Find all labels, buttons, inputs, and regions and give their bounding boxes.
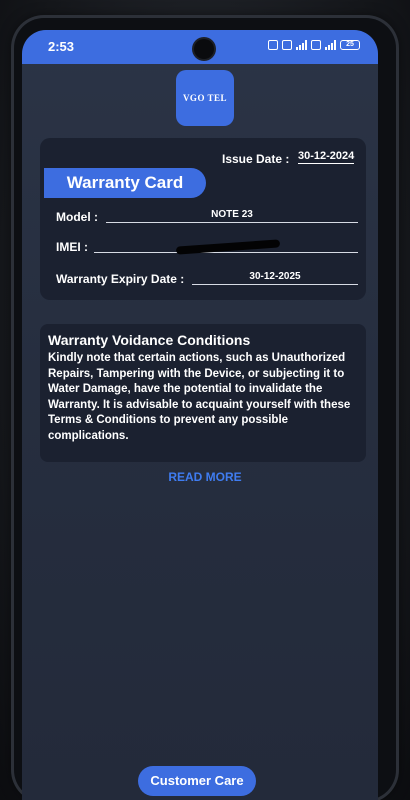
customer-care-button[interactable]: Customer Care (138, 766, 256, 796)
sim-1-icon (282, 40, 292, 50)
signal-2-icon (325, 40, 336, 50)
status-bar: 2:53 25 (22, 30, 378, 64)
conditions-panel: Warranty Voidance Conditions Kindly note… (40, 324, 366, 462)
app-logo: VGO TEL (176, 70, 234, 126)
app-screen: 2:53 25 VGO TEL Issue Date : 30-12-2024 … (22, 30, 378, 800)
conditions-text: Kindly note that certain actions, such a… (48, 352, 351, 442)
front-camera (194, 39, 214, 59)
conditions-title: Warranty Voidance Conditions (48, 332, 251, 348)
expiry-underline (192, 284, 358, 285)
model-underline (106, 222, 358, 223)
signal-1-icon (296, 40, 307, 50)
issue-date-value: 30-12-2024 (298, 150, 355, 164)
wifi-icon (268, 40, 278, 50)
status-icons: 25 (268, 40, 360, 50)
imei-label: IMEI : (56, 240, 88, 254)
expiry-row: Warranty Expiry Date : 30-12-2025 (56, 268, 358, 288)
model-label: Model : (56, 210, 98, 224)
imei-underline (94, 252, 358, 253)
expiry-label: Warranty Expiry Date : (56, 272, 185, 286)
model-value: NOTE 23 (211, 209, 253, 220)
read-more-link[interactable]: READ MORE (140, 470, 270, 484)
expiry-value: 30-12-2025 (249, 271, 301, 282)
model-row: Model : NOTE 23 (56, 206, 358, 226)
battery-icon: 25 (340, 40, 360, 50)
sim-2-icon (311, 40, 321, 50)
warranty-card: Issue Date : 30-12-2024 Warranty Card Mo… (40, 138, 366, 300)
imei-row: IMEI : (56, 236, 358, 256)
issue-date-label: Issue Date : (222, 152, 290, 166)
status-time: 2:53 (48, 39, 75, 54)
warranty-card-title: Warranty Card (44, 168, 206, 198)
